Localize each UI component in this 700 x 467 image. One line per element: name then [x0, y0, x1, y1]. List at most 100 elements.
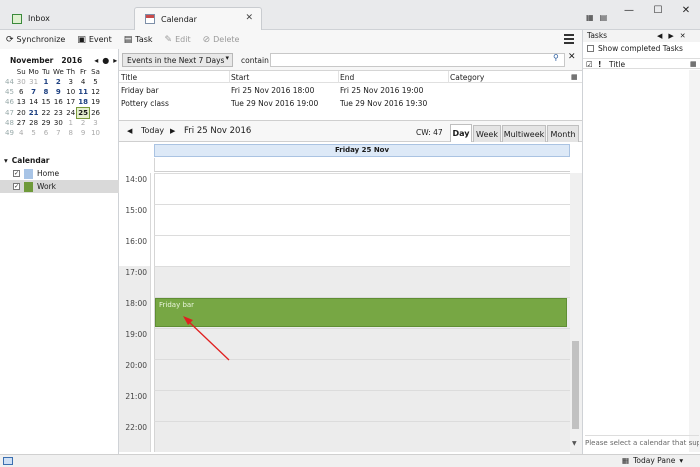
- column-picker-icon[interactable]: ▦: [571, 73, 578, 81]
- minimonth-day[interactable]: 6: [40, 128, 52, 138]
- minimonth-day[interactable]: 3: [89, 118, 101, 128]
- minimonth-day[interactable]: 14: [27, 97, 39, 107]
- hour-row[interactable]: 21:00: [119, 390, 570, 421]
- minimonth-day[interactable]: 30: [52, 118, 64, 128]
- minimonth-day[interactable]: 10: [65, 87, 77, 97]
- next-day-icon[interactable]: ▶: [170, 127, 175, 135]
- column-title[interactable]: Title: [609, 60, 625, 69]
- tab-week-view[interactable]: Week: [473, 125, 501, 142]
- minimonth-day[interactable]: 1: [65, 118, 77, 128]
- scroll-down-icon[interactable]: ▼: [572, 440, 577, 447]
- minimonth-day[interactable]: 20: [15, 108, 27, 118]
- synchronize-button[interactable]: ⟳ Synchronize: [6, 35, 65, 45]
- minimonth-day[interactable]: 12: [89, 87, 101, 97]
- edit-button[interactable]: ✎ Edit: [165, 35, 191, 45]
- minimonth-day[interactable]: 4: [77, 77, 89, 87]
- tab-multiweek-view[interactable]: Multiweek: [502, 125, 546, 142]
- column-category[interactable]: Category: [450, 73, 484, 82]
- time-slot[interactable]: [154, 266, 570, 297]
- today-pane-button[interactable]: ▦ Today Pane ▾: [622, 456, 683, 465]
- tab-inbox[interactable]: Inbox: [2, 7, 130, 30]
- minimonth-day[interactable]: 7: [27, 87, 39, 97]
- checkbox-icon[interactable]: ✓: [13, 183, 20, 190]
- new-task-button[interactable]: ▤ Task: [124, 35, 153, 45]
- tasks-nav-icons[interactable]: ◀▶✕: [657, 30, 692, 42]
- minimonth-day[interactable]: 28: [27, 118, 39, 128]
- column-end[interactable]: End: [340, 73, 354, 82]
- today-circle-icon[interactable]: ●: [102, 56, 109, 65]
- close-window-button[interactable]: ✕: [671, 0, 700, 20]
- event-filter-select[interactable]: Events in the Next 7 Days ▾: [122, 53, 233, 67]
- minimonth-day[interactable]: 18: [77, 97, 89, 107]
- minimize-button[interactable]: —: [614, 0, 644, 20]
- minimonth-day[interactable]: 23: [52, 108, 64, 118]
- hour-row[interactable]: 16:00: [119, 235, 570, 266]
- calendar-item-work[interactable]: ✓ Work: [0, 180, 119, 193]
- minimonth-day[interactable]: 9: [77, 128, 89, 138]
- time-slot[interactable]: [154, 204, 570, 235]
- minimonth-day[interactable]: 25: [75, 106, 91, 119]
- calendar-view-icon[interactable]: ▦: [586, 13, 600, 22]
- hour-row[interactable]: 22:00: [119, 421, 570, 452]
- minimonth-day[interactable]: 6: [15, 87, 27, 97]
- minimonth-day[interactable]: 13: [15, 97, 27, 107]
- scrollbar[interactable]: [689, 70, 700, 452]
- minimonth-day[interactable]: 11: [77, 87, 89, 97]
- column-picker-icon[interactable]: ▦: [690, 60, 697, 68]
- minimonth-day[interactable]: 3: [65, 77, 77, 87]
- minimonth-day[interactable]: 9: [52, 87, 64, 97]
- tab-bar-icons[interactable]: ▦▤: [586, 13, 613, 22]
- priority-column-icon[interactable]: !: [598, 60, 601, 69]
- hamburger-menu-button[interactable]: [560, 31, 578, 47]
- minimonth-day[interactable]: 15: [40, 97, 52, 107]
- show-completed-checkbox[interactable]: Show completed Tasks: [587, 44, 683, 53]
- minimonth-day[interactable]: 27: [15, 118, 27, 128]
- tab-calendar[interactable]: Calendar ✕: [134, 7, 262, 30]
- hour-row[interactable]: 14:00: [119, 173, 570, 204]
- all-day-area[interactable]: [154, 158, 570, 172]
- tasks-view-icon[interactable]: ▤: [600, 13, 614, 22]
- maximize-button[interactable]: ☐: [643, 0, 673, 20]
- minimonth-day[interactable]: 17: [65, 97, 77, 107]
- status-icon[interactable]: [3, 457, 13, 465]
- calendar-item-home[interactable]: ✓ Home: [0, 167, 119, 180]
- minimonth-day[interactable]: 8: [65, 128, 77, 138]
- minimonth-day[interactable]: 8: [40, 87, 52, 97]
- time-slot[interactable]: [154, 173, 570, 204]
- day-header[interactable]: Friday 25 Nov: [154, 144, 570, 157]
- checkbox-icon[interactable]: [587, 45, 594, 52]
- minimonth-day[interactable]: 5: [89, 77, 101, 87]
- prev-month-icon[interactable]: ◂: [94, 56, 98, 65]
- minimonth-day[interactable]: 31: [27, 77, 39, 87]
- time-slot[interactable]: [154, 421, 570, 452]
- minimonth-month[interactable]: November: [10, 56, 53, 65]
- search-icon[interactable]: ⚲: [553, 53, 559, 62]
- new-event-button[interactable]: ▣ Event: [77, 35, 111, 45]
- minimonth-day[interactable]: 7: [52, 128, 64, 138]
- column-start[interactable]: Start: [231, 73, 249, 82]
- column-title[interactable]: Title: [121, 73, 137, 82]
- hour-row[interactable]: 17:00: [119, 266, 570, 297]
- minimonth-day[interactable]: 29: [40, 118, 52, 128]
- tab-month-view[interactable]: Month: [547, 125, 579, 142]
- minimonth-day[interactable]: 21: [27, 108, 39, 118]
- scrollbar-thumb[interactable]: [572, 341, 579, 429]
- search-input[interactable]: [270, 53, 565, 67]
- minimonth-day[interactable]: 2: [52, 77, 64, 87]
- collapse-icon[interactable]: ▾: [4, 156, 8, 165]
- next-month-icon[interactable]: ▸: [113, 56, 117, 65]
- time-slot[interactable]: [154, 390, 570, 421]
- minimonth-day[interactable]: 2: [77, 118, 89, 128]
- close-tab-icon[interactable]: ✕: [245, 13, 253, 23]
- calendar-list-header[interactable]: ▾ Calendar: [0, 153, 119, 167]
- minimonth-day[interactable]: 26: [89, 108, 101, 118]
- minimonth-day[interactable]: 10: [89, 128, 101, 138]
- delete-button[interactable]: ⊘ Delete: [203, 35, 240, 45]
- minimonth-day[interactable]: 5: [27, 128, 39, 138]
- minimonth-day[interactable]: 4: [15, 128, 27, 138]
- tab-day-view[interactable]: Day: [450, 124, 472, 142]
- completed-column-icon[interactable]: ☑: [586, 60, 593, 69]
- minimonth-day[interactable]: 22: [40, 108, 52, 118]
- event-row[interactable]: Pottery class Tue 29 Nov 2016 19:00 Tue …: [119, 97, 582, 110]
- close-icon[interactable]: ✕: [568, 52, 576, 62]
